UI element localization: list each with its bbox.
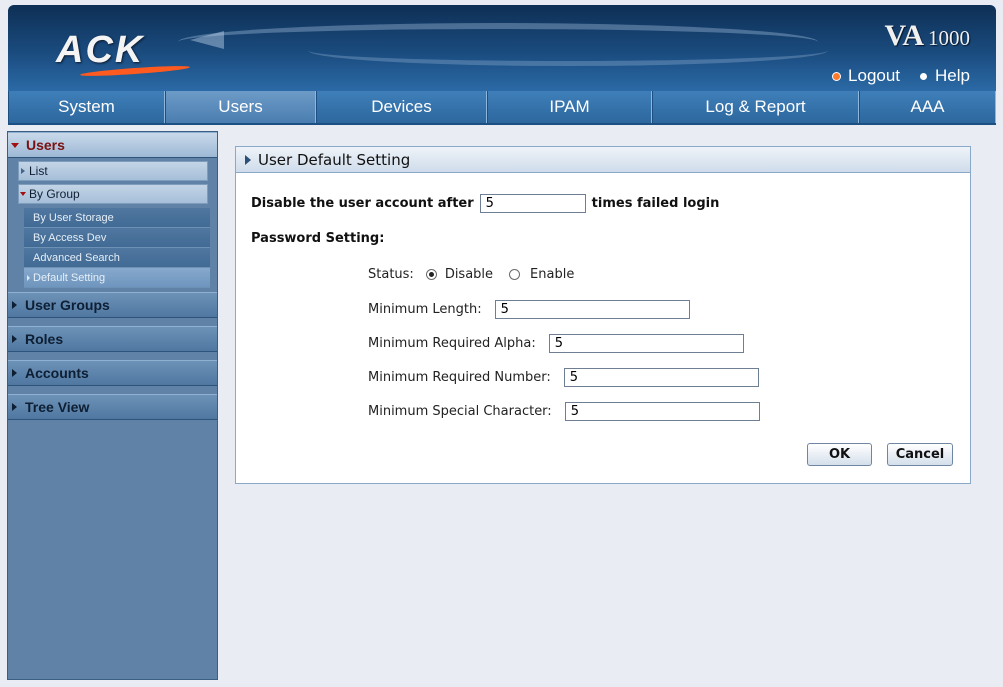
status-disable-radio[interactable] [425, 269, 437, 280]
failed-login-row: Disable the user account after times fai… [251, 194, 719, 213]
nav-tab-system[interactable]: System [8, 91, 165, 123]
nav-tab-users[interactable]: Users [165, 91, 316, 123]
password-setting-heading: Password Setting: [251, 231, 385, 246]
failed-login-count-input[interactable] [479, 194, 586, 213]
sidebar-section-user-groups[interactable]: User Groups [8, 292, 217, 318]
nav-tab-aaa[interactable]: AAA [859, 91, 996, 123]
product-model-text: 1000 [928, 26, 970, 50]
sidebar-section-label: Users [26, 137, 65, 153]
logout-link[interactable]: Logout [833, 66, 900, 86]
min-number-row: Minimum Required Number: [368, 368, 759, 387]
min-alpha-row: Minimum Required Alpha: [368, 334, 744, 353]
ack-logo: ACK [56, 29, 144, 72]
sidebar-section-label: Roles [25, 331, 64, 347]
nav-tab-devices[interactable]: Devices [316, 91, 487, 123]
panel-title: User Default Setting [258, 150, 411, 169]
min-number-input[interactable] [563, 368, 759, 387]
nav-tab-ipam[interactable]: IPAM [487, 91, 652, 123]
status-label: Status: [368, 267, 414, 282]
min-length-row: Minimum Length: [368, 300, 690, 319]
sidebar-section-tree-view[interactable]: Tree View [8, 394, 217, 420]
min-length-input[interactable] [494, 300, 690, 319]
sidebar-section-users[interactable]: Users [8, 132, 217, 158]
collapsed-arrow-icon [21, 168, 25, 174]
failed-login-suffix: times failed login [591, 196, 720, 211]
password-setting-row: Password Setting: [251, 231, 384, 246]
header-arrow-graphic [190, 31, 224, 49]
expanded-arrow-icon [20, 192, 26, 196]
main-nav: System Users Devices IPAM Log & Report A… [8, 91, 996, 125]
help-label: Help [935, 66, 970, 85]
expanded-arrow-icon [11, 142, 19, 148]
collapsed-arrow-icon [12, 301, 17, 309]
help-bullet-icon [920, 72, 928, 80]
sidebar-item-label: List [29, 164, 48, 178]
collapsed-arrow-icon [12, 369, 17, 377]
status-row: Status: Disable Enable [368, 267, 574, 282]
sidebar-item-by-group[interactable]: By Group [18, 184, 208, 204]
sidebar-section-roles[interactable]: Roles [8, 326, 217, 352]
status-disable-label: Disable [444, 267, 494, 282]
panel-arrow-icon [245, 154, 251, 165]
sidebar-item-list[interactable]: List [18, 161, 208, 181]
min-special-input[interactable] [564, 402, 760, 421]
sidebar-section-label: User Groups [25, 297, 110, 313]
status-enable-radio[interactable] [509, 269, 521, 280]
collapsed-arrow-icon [12, 335, 17, 343]
min-alpha-label: Minimum Required Alpha: [368, 336, 536, 351]
status-enable-label: Enable [530, 267, 575, 282]
radio-selected-dot [428, 272, 434, 277]
panel-header: User Default Setting [236, 147, 970, 173]
sidebar-leaf-by-access-dev[interactable]: By Access Dev [24, 228, 210, 248]
product-name-text: VA [884, 19, 924, 52]
min-number-label: Minimum Required Number: [368, 370, 551, 385]
sidebar-item-label: By Group [29, 187, 80, 201]
min-special-label: Minimum Special Character: [368, 404, 552, 419]
cancel-button[interactable]: Cancel [887, 443, 953, 466]
user-default-setting-panel: User Default Setting Disable the user ac… [235, 146, 971, 484]
logout-bullet-icon [833, 72, 841, 80]
nav-tab-log-report[interactable]: Log & Report [652, 91, 859, 123]
sidebar-leaf-by-user-storage[interactable]: By User Storage [24, 208, 210, 228]
collapsed-arrow-icon [27, 274, 30, 281]
ok-button[interactable]: OK [807, 443, 872, 466]
logout-label: Logout [848, 66, 901, 85]
sidebar-leaf-advanced-search[interactable]: Advanced Search [24, 248, 210, 268]
min-special-row: Minimum Special Character: [368, 402, 760, 421]
help-link[interactable]: Help [920, 66, 970, 86]
failed-login-prefix: Disable the user account after [251, 196, 474, 211]
collapsed-arrow-icon [12, 403, 17, 411]
sidebar-leaf-default-setting[interactable]: Default Setting [24, 268, 210, 288]
logo-text: ACK [56, 29, 145, 71]
sidebar-leaf-label: Default Setting [33, 271, 106, 284]
sidebar-section-label: Accounts [25, 365, 89, 381]
header-swoosh [308, 35, 828, 66]
top-links: Logout Help [833, 66, 970, 86]
min-length-label: Minimum Length: [368, 302, 482, 317]
product-name: VA 1000 [885, 19, 970, 53]
min-alpha-input[interactable] [548, 334, 744, 353]
app-header: ACK VA 1000 Logout Help [8, 5, 996, 91]
sidebar-section-label: Tree View [25, 399, 90, 415]
sidebar: Users List By Group By User Storage By A… [7, 131, 218, 680]
sidebar-section-accounts[interactable]: Accounts [8, 360, 217, 386]
